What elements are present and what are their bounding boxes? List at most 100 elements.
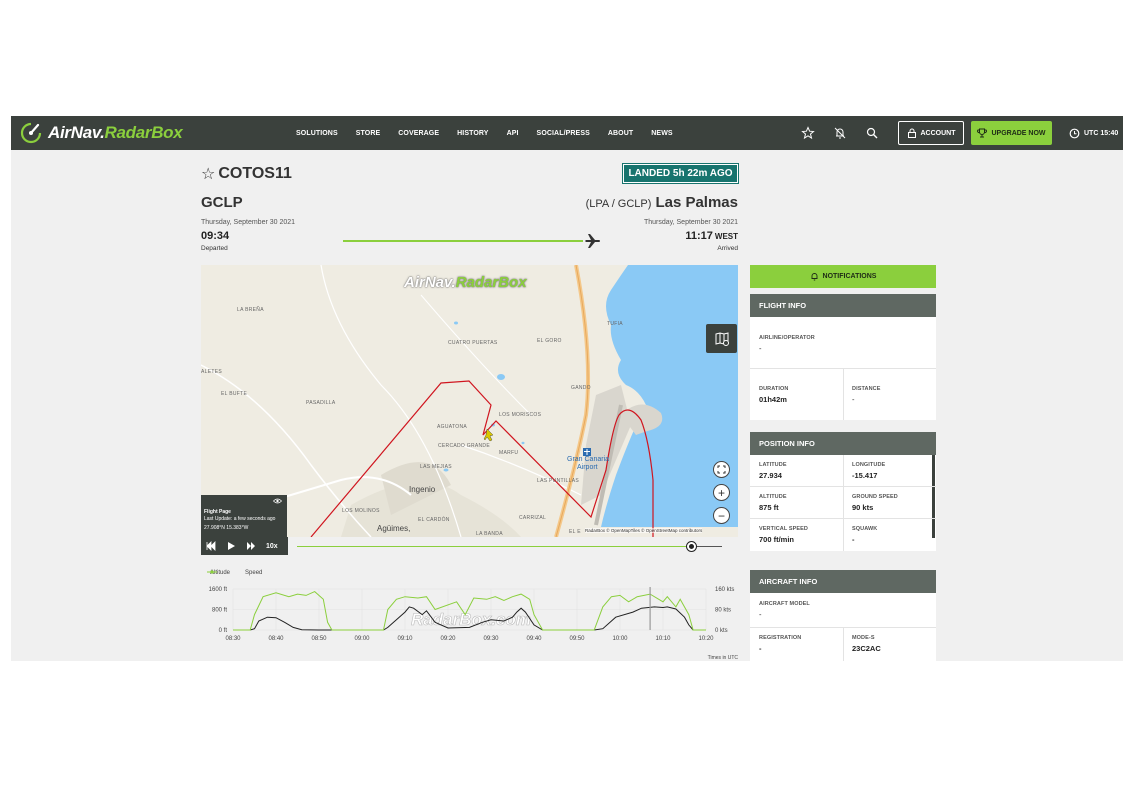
skip-back-icon[interactable] (206, 541, 216, 551)
x-axis-label: Times in UTC (708, 655, 738, 661)
menu-news[interactable]: NEWS (651, 130, 672, 137)
map-label: AGUATONA (437, 424, 467, 430)
star-icon[interactable] (801, 126, 815, 140)
info-title[interactable]: Flight Page (204, 509, 284, 515)
account-button[interactable]: ACCOUNT (898, 121, 964, 145)
favorite-star-icon[interactable]: ☆ (201, 164, 215, 184)
notifications-button[interactable]: NOTIFICATIONS (750, 265, 936, 288)
x-tick-label: 08:50 (311, 636, 327, 642)
map-label: EL CARDÓN (418, 517, 450, 523)
squawk-value: - (852, 535, 855, 544)
zoom-out-button[interactable]: − (713, 507, 730, 524)
info-coordinates: 27.908°N 15.383°W (204, 525, 249, 531)
squawk-label: SQUAWK (852, 526, 878, 532)
squawk-field: SQUAWK - (843, 526, 877, 544)
map-label: LA BREÑA (237, 307, 264, 313)
ground-speed-field: GROUND SPEED 90 kts (843, 494, 898, 512)
map-town: Agüimes, (377, 524, 411, 533)
y-left-tick-label: 0 ft (219, 628, 228, 634)
map-label: EL E (569, 529, 581, 535)
upgrade-now-button[interactable]: UPGRADE NOW (971, 121, 1052, 145)
destination-city: Las Palmas (655, 194, 738, 211)
aircraft-model-value: - (759, 610, 762, 619)
fast-forward-icon[interactable] (246, 541, 256, 551)
x-tick-label: 08:40 (268, 636, 284, 642)
bell-off-icon[interactable] (833, 126, 847, 140)
map-label: CERCADO GRANDE (438, 443, 490, 449)
mode-s-value: 23C2AC (852, 644, 881, 653)
map-label: LAS MEJIAS (420, 464, 452, 470)
plus-icon: + (717, 485, 725, 500)
menu-about[interactable]: ABOUT (608, 130, 633, 137)
flight-callsign: COTOS11 (218, 165, 292, 182)
arrival-timezone: WEST (714, 232, 738, 241)
brand-logo[interactable]: AirNav.RadarBox (19, 120, 183, 146)
longitude-label: LONGITUDE (852, 462, 886, 468)
duration-value: 01h42m (759, 395, 787, 404)
flight-progress-line (343, 240, 583, 242)
eye-icon[interactable] (273, 498, 282, 504)
x-tick-label: 10:10 (655, 636, 671, 642)
chart-watermark: RadarBox.com (411, 610, 531, 629)
aircraft-info-header[interactable]: AIRCRAFT INFO (750, 570, 936, 593)
playback-scrubber-handle[interactable] (686, 541, 697, 552)
app-window: AirNav.RadarBox SOLUTIONS STORE COVERAGE… (11, 116, 1123, 661)
departure-time: 09:34 (201, 230, 230, 242)
map-attribution[interactable]: RadarBox © OpenMapTiles © OpenStreetMap … (585, 528, 703, 533)
menu-social-press[interactable]: SOCIAL/PRESS (537, 130, 590, 137)
position-info-header[interactable]: POSITION INFO (750, 432, 936, 455)
main-menu: SOLUTIONS STORE COVERAGE HISTORY API SOC… (296, 116, 691, 150)
playback-scrubber-track[interactable] (297, 546, 722, 547)
search-icon[interactable] (865, 126, 879, 140)
account-label: ACCOUNT (920, 129, 956, 137)
map-label: EL BUFTE (221, 391, 248, 397)
map-layers-button[interactable] (706, 324, 737, 353)
flight-map[interactable]: AirNav.RadarBox LA BREÑA CUATRO PUERTAS … (201, 265, 738, 537)
menu-store[interactable]: STORE (356, 130, 381, 137)
map-town: Ingenio (409, 485, 436, 494)
zoom-in-button[interactable]: + (713, 484, 730, 501)
menu-api[interactable]: API (507, 130, 519, 137)
info-last-update: Last Update: a few seconds ago (204, 516, 276, 522)
playback-bar: 10x (201, 537, 738, 555)
x-tick-label: 10:20 (698, 636, 714, 642)
registration-field: REGISTRATION - (750, 635, 801, 653)
lock-icon (907, 128, 916, 138)
airline-operator-label: AIRLINE/OPERATOR (759, 335, 815, 341)
mode-s-label: MODE-S (852, 635, 875, 641)
map-label: PASADILLA (306, 400, 336, 406)
map-label: CARRIZAL (519, 515, 547, 521)
distance-field: DISTANCE - (843, 386, 881, 404)
vertical-speed-value: 700 ft/min (759, 535, 795, 544)
altitude-label: ALTITUDE (759, 494, 787, 500)
menu-solutions[interactable]: SOLUTIONS (296, 130, 338, 137)
x-tick-label: 09:30 (483, 636, 499, 642)
menu-coverage[interactable]: COVERAGE (398, 130, 439, 137)
y-left-tick-label: 1600 ft (209, 587, 228, 593)
altitude-speed-chart: Altitude Speed 08:30 08:40 08:50 09:00 09:10… (201, 565, 738, 661)
y-right-tick-label: 0 kts (715, 628, 728, 634)
map-label: TUFIA (607, 321, 623, 327)
playback-speed[interactable]: 10x (266, 543, 278, 550)
y-right-tick-label: 160 kts (715, 587, 734, 593)
flight-info-header[interactable]: FLIGHT INFO (750, 294, 936, 317)
arrival-date: Thursday, September 30 2021 (643, 219, 738, 226)
bell-icon (811, 273, 818, 281)
altitude-value: 875 ft (759, 503, 779, 512)
latitude-value: 27.934 (759, 471, 782, 480)
radar-logo-icon (20, 122, 42, 144)
map-label: CUATRO PUERTAS (448, 340, 498, 346)
play-icon[interactable] (226, 541, 236, 551)
departure-date: Thursday, September 30 2021 (201, 219, 296, 226)
position-info-scrollbar[interactable] (932, 455, 935, 538)
longitude-field: LONGITUDE -15.417 (843, 462, 885, 480)
minus-icon: − (717, 508, 725, 523)
chart-canvas: 08:30 08:40 08:50 09:00 09:10 09:20 09:30 09:40… (209, 587, 738, 661)
menu-history[interactable]: HISTORY (457, 130, 488, 137)
origin-airport-code: GCLP (201, 194, 243, 211)
x-tick-label: 10:00 (612, 636, 628, 642)
fullscreen-button[interactable] (713, 461, 730, 478)
status-badge: LANDED 5h 22m AGO (622, 163, 739, 184)
map-town: Airport (577, 464, 598, 471)
ground-speed-label: GROUND SPEED (852, 494, 898, 500)
